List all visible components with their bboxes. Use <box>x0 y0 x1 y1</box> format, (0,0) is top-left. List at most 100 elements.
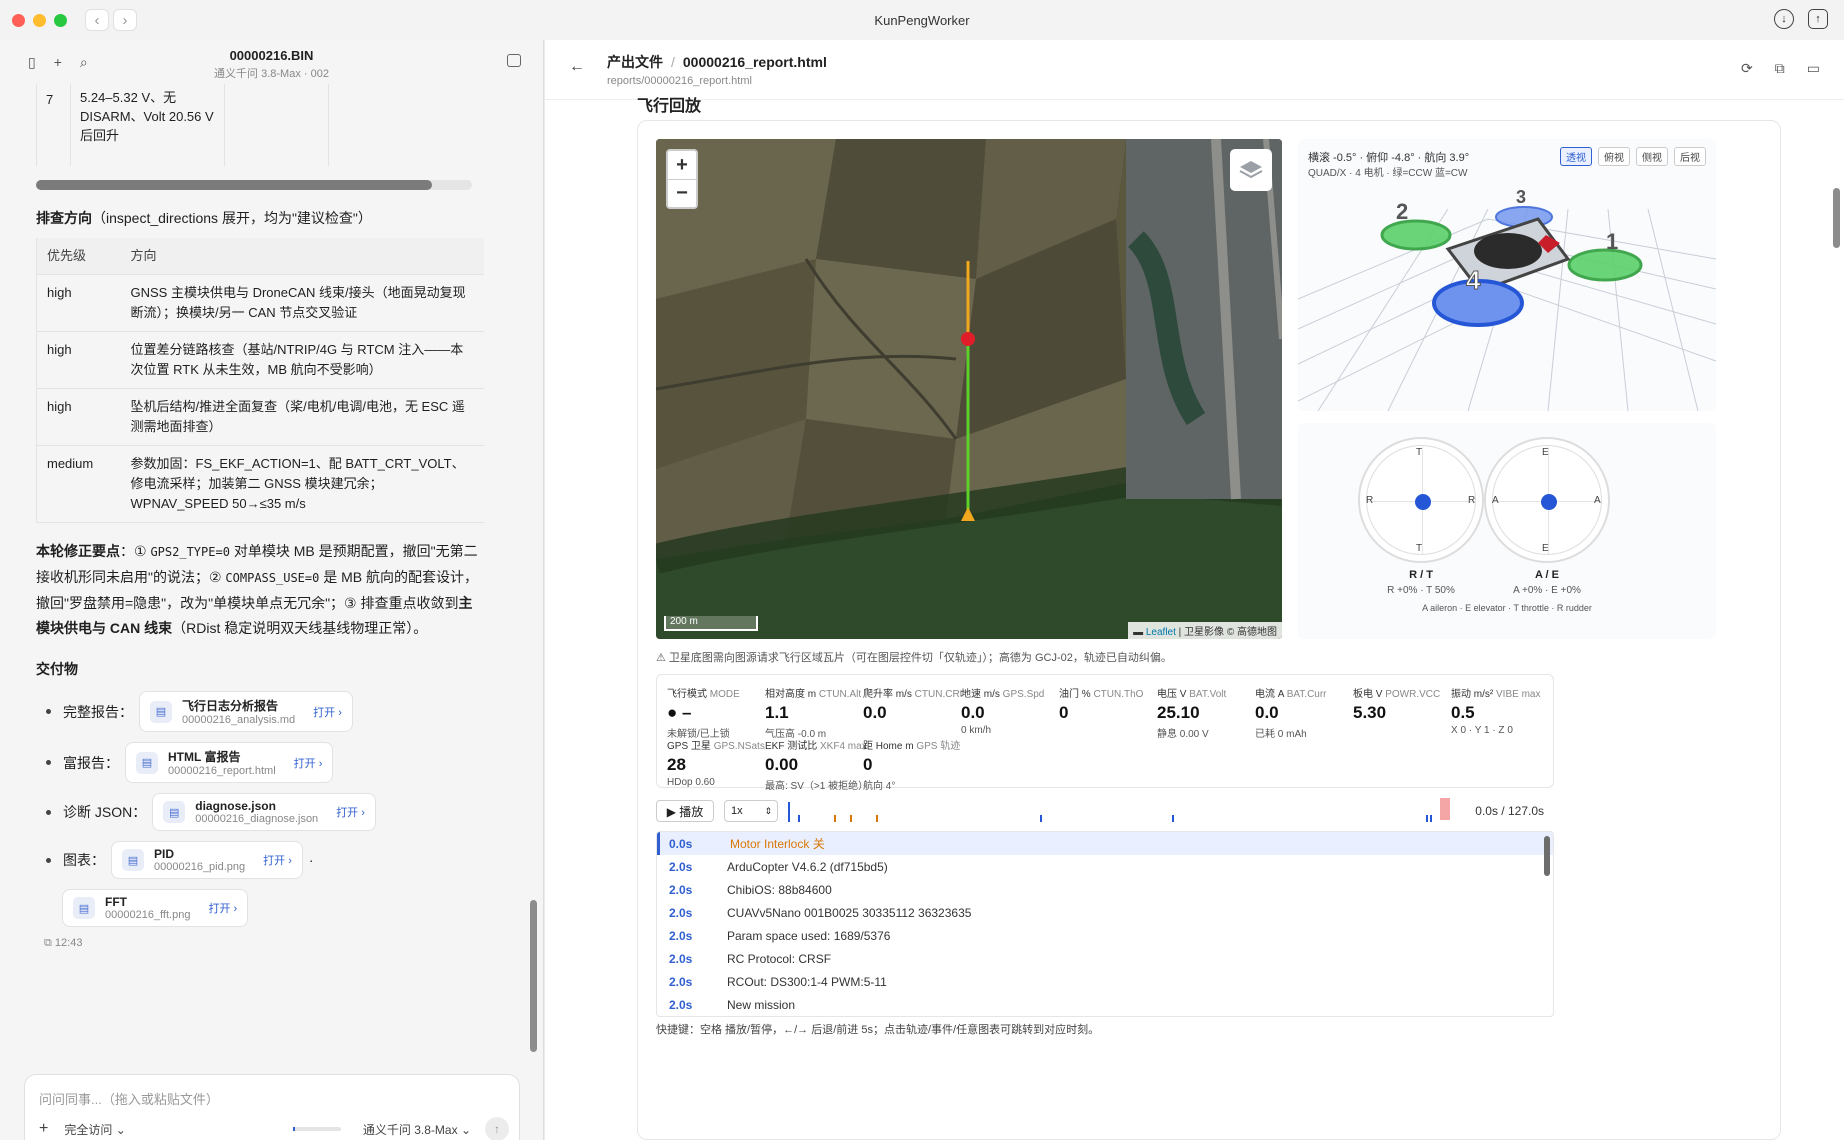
file-icon: ▤ <box>73 897 95 919</box>
list-item: 完整报告： ▤ 飞行日志分析报告 00000216_analysis.md 打开 › <box>36 691 484 732</box>
open-link[interactable]: 打开 › <box>294 755 323 771</box>
zoom-out-button[interactable]: − <box>668 179 696 207</box>
file-chip[interactable]: ▤ diagnose.json 00000216_diagnose.json 打开 › <box>152 793 376 831</box>
event-tick[interactable] <box>1172 815 1174 822</box>
map-attribution: ▬ Leaflet | 卫星影像 © 高德地图 <box>1128 622 1282 639</box>
send-button[interactable]: ↑ <box>485 1117 509 1140</box>
telemetry-altitude: 相对高度 m CTUN.Alt 1.1 气压高 -0.0 m <box>765 689 862 740</box>
event-tick[interactable] <box>1426 815 1428 822</box>
open-link[interactable]: 打开 › <box>336 804 365 820</box>
chat-scroll[interactable]: 7 5.24–5.32 V、无 DISARM、Volt 20.56 V 后回升 … <box>36 84 484 1054</box>
table-fragment: 7 5.24–5.32 V、无 DISARM、Volt 20.56 V 后回升 <box>36 84 484 166</box>
attitude-3d-view[interactable]: 横滚 -0.5° · 俯仰 -4.8° · 航向 3.9° QUAD/X · 4… <box>1298 139 1716 411</box>
vertical-scrollbar[interactable] <box>530 900 537 1052</box>
event-tick[interactable] <box>834 815 836 822</box>
stick-label: R / T <box>1409 569 1433 581</box>
share-icon[interactable]: ↑ <box>1808 9 1828 29</box>
list-item[interactable]: 2.0s Param space used: 1689/5376 <box>657 924 1553 947</box>
open-link[interactable]: 打开 › <box>263 852 292 868</box>
direction-cell: 坠机后结构/推进全面复查（桨/电机/电调/电池，无 ESC 遥测需地面排查） <box>120 388 484 446</box>
telemetry-current: 电流 A BAT.Curr 0.0 已耗 0 mAh <box>1255 689 1327 740</box>
horizontal-scrollbar[interactable] <box>36 180 472 190</box>
deliverables-title: 交付物 <box>36 661 78 677</box>
open-link[interactable]: 打开 › <box>208 900 237 916</box>
zoom-window-button[interactable] <box>54 13 67 27</box>
layers-icon[interactable] <box>1230 149 1272 191</box>
timeline-track[interactable] <box>788 798 1450 822</box>
copy-icon[interactable]: ⧉ <box>44 937 52 949</box>
list-item[interactable]: 2.0s ChibiOS: 88b84600 <box>657 878 1553 901</box>
speed-select[interactable]: 1x ⇕ <box>724 800 778 822</box>
titlebar-actions: ↓ ↑ <box>1774 9 1828 29</box>
stick-rudder-throttle: T T R R <box>1358 437 1484 563</box>
crash-marker[interactable] <box>1440 798 1450 820</box>
app-title: KunPengWorker <box>874 12 970 28</box>
access-selector[interactable]: 完全访问 ⌄ <box>64 1121 125 1138</box>
table-row: medium 参数加固：FS_EKF_ACTION=1、配 BATT_CRT_VO… <box>36 445 484 523</box>
chat-header: ▯ + ⌕ 00000216.BIN 通义千问 3.8-Max · 002 <box>0 40 543 84</box>
report-header: ← 产出文件/00000216_report.html reports/0000… <box>545 40 1844 100</box>
download-icon[interactable]: ↓ <box>1774 9 1794 29</box>
event-log[interactable]: 0.0s Motor Interlock 关 2.0s ArduCopter V4.… <box>656 831 1554 1017</box>
map-scale: 200 m <box>664 616 758 631</box>
table-row: high 坠机后结构/推进全面复查（桨/电机/电调/电池，无 ESC 遥测需地面排… <box>36 388 484 446</box>
breadcrumb: 产出文件/00000216_report.html <box>607 54 827 70</box>
event-tick[interactable] <box>876 815 878 822</box>
inspect-title: 排查方向（inspect_directions 展开，均为"建议检查"） <box>36 210 372 226</box>
vertical-scrollbar[interactable] <box>1833 188 1840 248</box>
breadcrumb-root[interactable]: 产出文件 <box>607 54 663 70</box>
satellite-map[interactable]: + − 200 m ▬ Leaflet | 卫星影像 © 高德地图 <box>656 139 1282 639</box>
event-tick[interactable] <box>1040 815 1042 822</box>
minimize-window-button[interactable] <box>33 13 46 27</box>
event-tick[interactable] <box>850 815 852 822</box>
inspect-table: 优先级 方向 high GNSS 主模块供电与 DroneCAN 线束/接头（地面… <box>36 238 484 523</box>
list-item[interactable]: 2.0s CUAVv5Nano 001B0025 30335112 3632363… <box>657 901 1553 924</box>
folder-icon[interactable]: ▭ <box>1807 60 1820 77</box>
file-icon: ▤ <box>136 751 158 774</box>
priority-cell: high <box>36 388 121 446</box>
panel-toggle-icon[interactable] <box>507 54 521 67</box>
file-chip[interactable]: ▤ FFT 00000216_fft.png 打开 › <box>62 889 249 927</box>
file-icon: ▤ <box>150 700 172 723</box>
list-item[interactable]: 2.0s RC Protocol: CRSF <box>657 947 1553 970</box>
telemetry-gps-sats: GPS 卫星 GPS.NSats 28 HDop 0.60 <box>667 741 765 788</box>
scrollbar-thumb[interactable] <box>36 180 432 190</box>
event-tick[interactable] <box>798 815 800 822</box>
model-selector[interactable]: 通义千问 3.8-Max ⌄ <box>363 1121 471 1138</box>
list-item[interactable]: 2.0s New mission <box>657 993 1553 1016</box>
file-icon: ▤ <box>122 849 144 871</box>
stick-label: A / E <box>1534 569 1560 581</box>
list-item[interactable]: 2.0s ArduCopter V4.6.2 (df715bd5) <box>657 855 1553 878</box>
svg-text:1: 1 <box>1606 229 1618 254</box>
composer-toolbar: + 完全访问 ⌄ 通义千问 3.8-Max ⌄ ↑ <box>39 1117 509 1140</box>
telemetry-mode: 飞行模式 MODE ● – 未解锁/已上锁 <box>667 689 740 740</box>
forward-arrow-icon[interactable]: › <box>113 9 137 31</box>
stick-knob <box>1415 494 1431 510</box>
event-tick[interactable] <box>1430 815 1432 822</box>
close-window-button[interactable] <box>12 13 25 27</box>
telemetry-panel: 飞行模式 MODE ● – 未解锁/已上锁 相对高度 m CTUN.Alt 1.1 气压… <box>656 674 1554 792</box>
table-row-number: 7 <box>46 92 54 107</box>
message-timestamp: ⧉ 12:43 <box>44 937 83 949</box>
shortcut-hint: 快捷键：空格 播放/暂停，←/→ 后退/前进 5s；点击轨迹/事件/任意图表可跳… <box>656 1024 1100 1036</box>
list-item[interactable]: 2.0s RCOut: DS300:1-4 PWM:5-11 <box>657 970 1553 993</box>
back-arrow-icon[interactable]: ← <box>569 58 585 76</box>
composer-input[interactable]: 问问同事...（拖入或粘贴文件） <box>39 1089 219 1108</box>
file-chip[interactable]: ▤ 飞行日志分析报告 00000216_analysis.md 打开 › <box>139 691 353 732</box>
table-header-direction: 方向 <box>120 238 484 275</box>
telemetry-vibe: 振动 m/s² VIBE max 0.5 X 0 · Y 1 · Z 0 <box>1451 689 1541 736</box>
file-chip[interactable]: ▤ PID 00000216_pid.png 打开 › <box>111 841 303 879</box>
zoom-in-button[interactable]: + <box>668 151 696 179</box>
play-button[interactable]: ▶ 播放 <box>656 800 714 822</box>
list-item[interactable]: 0.0s Motor Interlock 关 <box>657 832 1553 855</box>
event-log-scrollbar[interactable] <box>1544 836 1550 876</box>
back-arrow-icon[interactable]: ‹ <box>85 9 109 31</box>
timeline-cursor[interactable] <box>788 802 790 822</box>
open-link[interactable]: 打开 › <box>313 704 342 720</box>
copy-icon[interactable]: ⧉ <box>1775 60 1785 77</box>
file-chip[interactable]: ▤ HTML 富报告 00000216_report.html 打开 › <box>125 742 334 783</box>
file-name: 00000216.BIN <box>229 48 314 63</box>
refresh-icon[interactable]: ⟳ <box>1741 60 1753 77</box>
attach-icon[interactable]: + <box>39 1120 48 1138</box>
zoom-control: + − <box>666 149 698 209</box>
